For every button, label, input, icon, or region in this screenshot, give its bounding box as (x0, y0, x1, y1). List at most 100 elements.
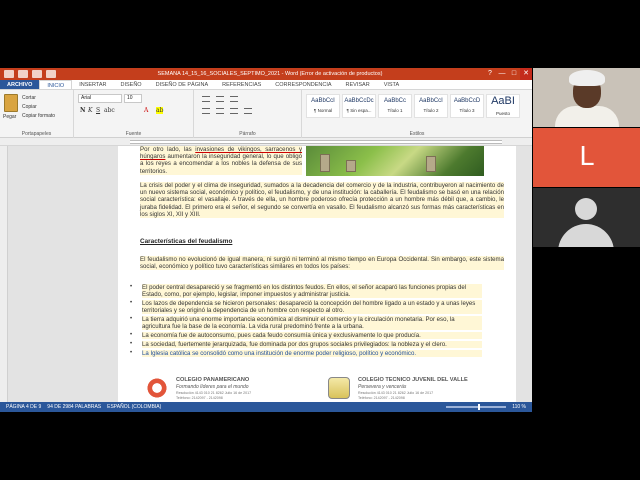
save-icon[interactable] (18, 70, 28, 78)
style-name: Título 3 (459, 108, 475, 113)
redo-icon[interactable] (46, 70, 56, 78)
bullet-dot: • (130, 300, 133, 306)
tower-shape (346, 160, 356, 172)
copy-button[interactable]: Copiar (22, 104, 37, 110)
language-indicator[interactable]: ESPAÑOL (COLOMBIA) (107, 404, 161, 410)
bullet-dot: • (130, 284, 133, 290)
word-count[interactable]: 94 DE 2984 PALABRAS (47, 404, 101, 410)
participant-initial: L (579, 142, 594, 172)
paragraph-intro: El feudalismo no evolucionó de igual man… (140, 256, 504, 271)
screen: SEMANA 14_15_16_SOCIALES_SEPTIMO_2021 - … (0, 0, 640, 480)
style-puesto[interactable]: AaBI Puesto (486, 94, 520, 118)
list-item: La tierra adquirió una enorme importanci… (142, 316, 482, 331)
clipboard-group: Pegar Cortar Copiar Copiar formato Porta… (0, 90, 74, 138)
undo-icon[interactable] (32, 70, 42, 78)
style-name: ¶ Normal (313, 108, 333, 113)
paragraph-group: Párrafo (194, 90, 302, 138)
text-run: Por otro lado, las (140, 146, 196, 153)
paste-button[interactable]: Pegar (3, 114, 16, 120)
bold-icon[interactable]: N (80, 107, 85, 114)
strikethrough-icon[interactable]: abc (104, 107, 115, 114)
bullets-icon[interactable] (202, 96, 210, 102)
maximize-button[interactable]: □ (508, 68, 520, 80)
tab-insertar[interactable]: INSERTAR (72, 80, 113, 89)
participant-video-1[interactable] (533, 68, 640, 127)
vertical-ruler[interactable] (0, 146, 8, 402)
font-group: Arial 10 N K S abc A ab Fuente (74, 90, 194, 138)
page-footer: COLEGIO PANAMERICANO Formando líderes pa… (118, 374, 516, 402)
justify-icon[interactable] (244, 108, 252, 114)
tower-shape (320, 154, 330, 172)
font-family-select[interactable]: Arial (78, 94, 122, 103)
style-name: Título 1 (387, 108, 403, 113)
italic-icon[interactable]: K (88, 107, 92, 114)
list-item: Los lazos de dependencia se hicieron per… (142, 300, 482, 315)
highlight-icon[interactable]: ab (156, 107, 164, 114)
bullet-dot: • (130, 316, 133, 322)
castle-image[interactable] (306, 146, 484, 176)
avatar-head-icon (575, 198, 597, 220)
zoom-slider[interactable] (446, 404, 507, 410)
footer-left-title: COLEGIO PANAMERICANO (176, 377, 250, 383)
horizontal-ruler[interactable] (0, 138, 532, 146)
align-right-icon[interactable] (230, 108, 238, 114)
zoom-level[interactable]: 110 % (512, 404, 526, 410)
title-bar: SEMANA 14_15_16_SOCIALES_SEPTIMO_2021 - … (0, 68, 532, 80)
ribbon: Pegar Cortar Copiar Copiar formato Porta… (0, 90, 532, 138)
bullet-dot: • (130, 350, 133, 356)
status-bar: PÁGINA 4 DE 9 94 DE 2984 PALABRAS ESPAÑO… (0, 402, 532, 412)
format-painter-button[interactable]: Copiar formato (22, 113, 55, 119)
style-titulo-2[interactable]: AaBbCcI Título 2 (414, 94, 448, 118)
numbering-icon[interactable] (216, 96, 224, 102)
participant-video-3[interactable] (533, 188, 640, 247)
word-window: SEMANA 14_15_16_SOCIALES_SEPTIMO_2021 - … (0, 68, 532, 412)
clipboard-group-label: Portapapeles (21, 131, 52, 137)
ruler-track (130, 140, 502, 144)
font-size-select[interactable]: 10 (124, 94, 142, 103)
tab-revisar[interactable]: REVISAR (339, 80, 377, 89)
paste-icon[interactable] (4, 94, 18, 112)
style-titulo-3[interactable]: AaBbCcD Título 3 (450, 94, 484, 118)
align-center-icon[interactable] (216, 108, 224, 114)
bullet-dot: • (130, 332, 133, 338)
footer-right-motto: Persevera y vencerás (358, 384, 407, 390)
cut-button[interactable]: Cortar (22, 95, 36, 101)
panamericano-seal-icon (146, 377, 168, 399)
person-body (555, 106, 619, 127)
list-item: La Iglesia católica se consolidó como un… (142, 350, 482, 358)
tab-inicio[interactable]: INICIO (39, 80, 73, 89)
tab-referencias[interactable]: REFERENCIAS (215, 80, 268, 89)
page-count[interactable]: PÁGINA 4 DE 9 (6, 404, 41, 410)
tab-vista[interactable]: VISTA (377, 80, 407, 89)
tab-archivo[interactable]: ARCHIVO (0, 80, 40, 89)
style-normal[interactable]: AaBbCcI ¶ Normal (306, 94, 340, 118)
tab-correspondencia[interactable]: CORRESPONDENCIA (268, 80, 338, 89)
zoom-slider-thumb[interactable] (478, 404, 481, 410)
paragraph-invasions: Por otro lado, las invasiones de vikingo… (140, 146, 302, 175)
close-button[interactable]: ✕ (520, 68, 532, 80)
style-sample: AaBbCcD (453, 98, 481, 104)
style-titulo-1[interactable]: AaBbCc Título 1 (378, 94, 412, 118)
style-sample: AaBbCcI (311, 98, 335, 104)
tab-diseno-pagina[interactable]: DISEÑO DE PÁGINA (149, 80, 216, 89)
minimize-button[interactable]: — (496, 68, 508, 80)
help-button[interactable]: ? (484, 68, 496, 80)
multilevel-list-icon[interactable] (230, 96, 238, 102)
styles-group-label: Estilos (409, 131, 425, 137)
styles-group: AaBbCcI ¶ Normal AaBbCcDc ¶ Sin espa... … (302, 90, 532, 138)
underline-icon[interactable]: S (96, 107, 100, 114)
align-left-icon[interactable] (202, 108, 210, 114)
footer-right-small: Resolución 4143 010 21 8262 Julio 16 de … (358, 391, 434, 395)
style-sample: AaBbCcDc (344, 98, 374, 104)
footer-left-small2: Teléfono: 2142097 - 2142098 (176, 396, 223, 400)
ribbon-tabs: ARCHIVO INICIO INSERTAR DISEÑO DISEÑO DE… (0, 80, 532, 90)
document-page[interactable]: Por otro lado, las invasiones de vikingo… (118, 146, 516, 402)
style-sample: AaBbCc (383, 98, 406, 104)
participant-video-2[interactable]: L (533, 128, 640, 187)
list-item: La sociedad, fuertemente jerarquizada, f… (142, 341, 482, 349)
tab-diseno[interactable]: DISEÑO (114, 80, 149, 89)
paragraph-crisis: La crisis del poder y el clima de insegu… (140, 182, 504, 219)
document-area[interactable]: Por otro lado, las invasiones de vikingo… (0, 146, 532, 402)
font-color-icon[interactable]: A (144, 107, 148, 114)
style-sin-espaciado[interactable]: AaBbCcDc ¶ Sin espa... (342, 94, 376, 118)
